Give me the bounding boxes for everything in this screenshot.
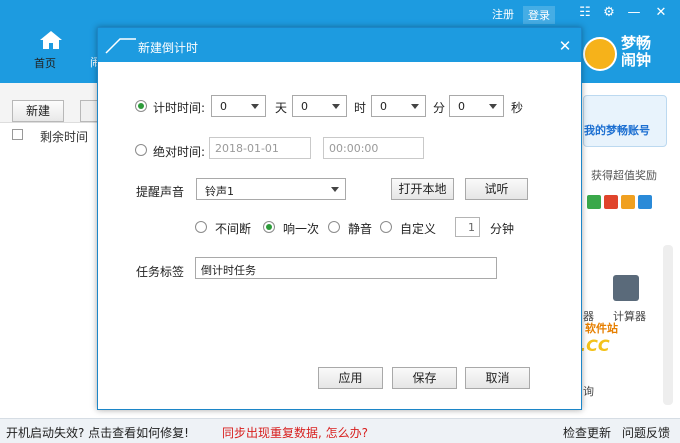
hours-unit: 时 [354,101,367,115]
open-local-button[interactable]: 打开本地 [391,178,454,200]
hours-select[interactable]: 0 [292,95,347,117]
reward-icon[interactable] [621,195,635,209]
reward-icon[interactable] [638,195,652,209]
timer-mode-label: 计时时间: [153,101,206,115]
chevron-down-icon [411,104,419,109]
brand-name: 梦畅 闹钟 [621,34,652,69]
minimize-icon[interactable]: — [626,6,642,20]
absolute-time-input[interactable]: 00:00:00 [323,137,424,159]
nav-home[interactable]: 首页 [34,30,68,70]
list-header: 剩余时间 [0,124,100,146]
brand: 梦畅 闹钟 [583,35,675,75]
tool-label: 询 [583,385,594,398]
sound-option-label: 响一次 [283,222,320,236]
custom-minutes-spinner[interactable]: 1 [455,217,480,237]
side-scrollbar[interactable] [663,245,673,405]
close-icon[interactable]: ✕ [653,6,669,20]
calculator-icon[interactable] [613,275,639,301]
register-link[interactable]: 注册 [492,6,514,22]
chevron-down-icon [331,187,339,192]
new-button[interactable]: 新建 [12,100,64,122]
days-unit: 天 [275,101,288,115]
sound-option-custom-radio[interactable] [380,221,392,233]
sync-duplicate-link[interactable]: 同步出现重复数据, 怎么办? [222,424,368,441]
column-remaining-time: 剩余时间 [40,130,89,144]
task-tag-label: 任务标签 [136,265,185,279]
brand-logo-icon [583,37,617,71]
dialog-titlebar[interactable]: 新建倒计时 ✕ [98,28,581,62]
minutes-select[interactable]: 0 [371,95,426,117]
dialog-close-icon[interactable]: ✕ [557,38,573,54]
absolute-date-input[interactable]: 2018-01-01 [209,137,311,159]
watermark-site: 软件站 [585,322,618,335]
preview-button[interactable]: 试听 [465,178,528,200]
reward-icons [587,195,661,211]
custom-minutes-unit: 分钟 [490,222,515,236]
select-all-checkbox[interactable] [12,129,23,140]
sound-label: 提醒声音 [136,185,185,199]
absolute-mode-radio[interactable] [135,144,147,156]
nav-home-label: 首页 [34,57,56,70]
seconds-unit: 秒 [511,101,524,115]
timer-mode-radio[interactable] [135,100,147,112]
reward-icon[interactable] [604,195,618,209]
save-button[interactable]: 保存 [392,367,457,389]
title-decoration-icon [105,38,136,54]
boot-fail-link[interactable]: 开机启动失效? 点击查看如何修复! [6,424,189,441]
status-bar: 开机启动失效? 点击查看如何修复! 同步出现重复数据, 怎么办? 检查更新 问题… [0,418,680,443]
reward-text: 获得超值奖励 [591,169,657,182]
chevron-down-icon [251,104,259,109]
task-tag-input[interactable]: 倒计时任务 [195,257,497,279]
chevron-down-icon [332,104,340,109]
chevron-down-icon [489,104,497,109]
shirt-icon[interactable]: ☷ [577,6,593,20]
sound-select[interactable]: 铃声1 [196,178,346,200]
absolute-mode-label: 绝对时间: [153,145,206,159]
sound-option-continuous-radio[interactable] [195,221,207,233]
reward-icon[interactable] [587,195,601,209]
cancel-button[interactable]: 取消 [465,367,530,389]
sound-option-mute-radio[interactable] [328,221,340,233]
account-link[interactable]: 我的梦畅账号 [584,122,650,138]
seconds-select[interactable]: 0 [449,95,504,117]
watermark-cc: .CC [580,336,610,355]
feedback-link[interactable]: 问题反馈 [622,424,670,441]
dialog-title: 新建倒计时 [138,41,199,55]
sound-option-label: 自定义 [400,222,437,236]
days-select[interactable]: 0 [211,95,266,117]
login-link[interactable]: 登录 [523,6,555,24]
minutes-unit: 分 [433,101,446,115]
home-icon [40,31,62,49]
sound-option-label: 静音 [348,222,373,236]
gear-icon[interactable]: ⚙ [601,6,617,20]
account-banner[interactable]: 我的梦畅账号 [583,95,667,147]
apply-button[interactable]: 应用 [318,367,383,389]
new-countdown-dialog: 新建倒计时 ✕ 计时时间: 0 天 0 时 0 分 0 秒 绝对时间: 2018… [97,27,582,410]
sound-option-label: 不间断 [215,222,252,236]
check-update-link[interactable]: 检查更新 [563,424,611,441]
sound-option-once-radio[interactable] [263,221,275,233]
